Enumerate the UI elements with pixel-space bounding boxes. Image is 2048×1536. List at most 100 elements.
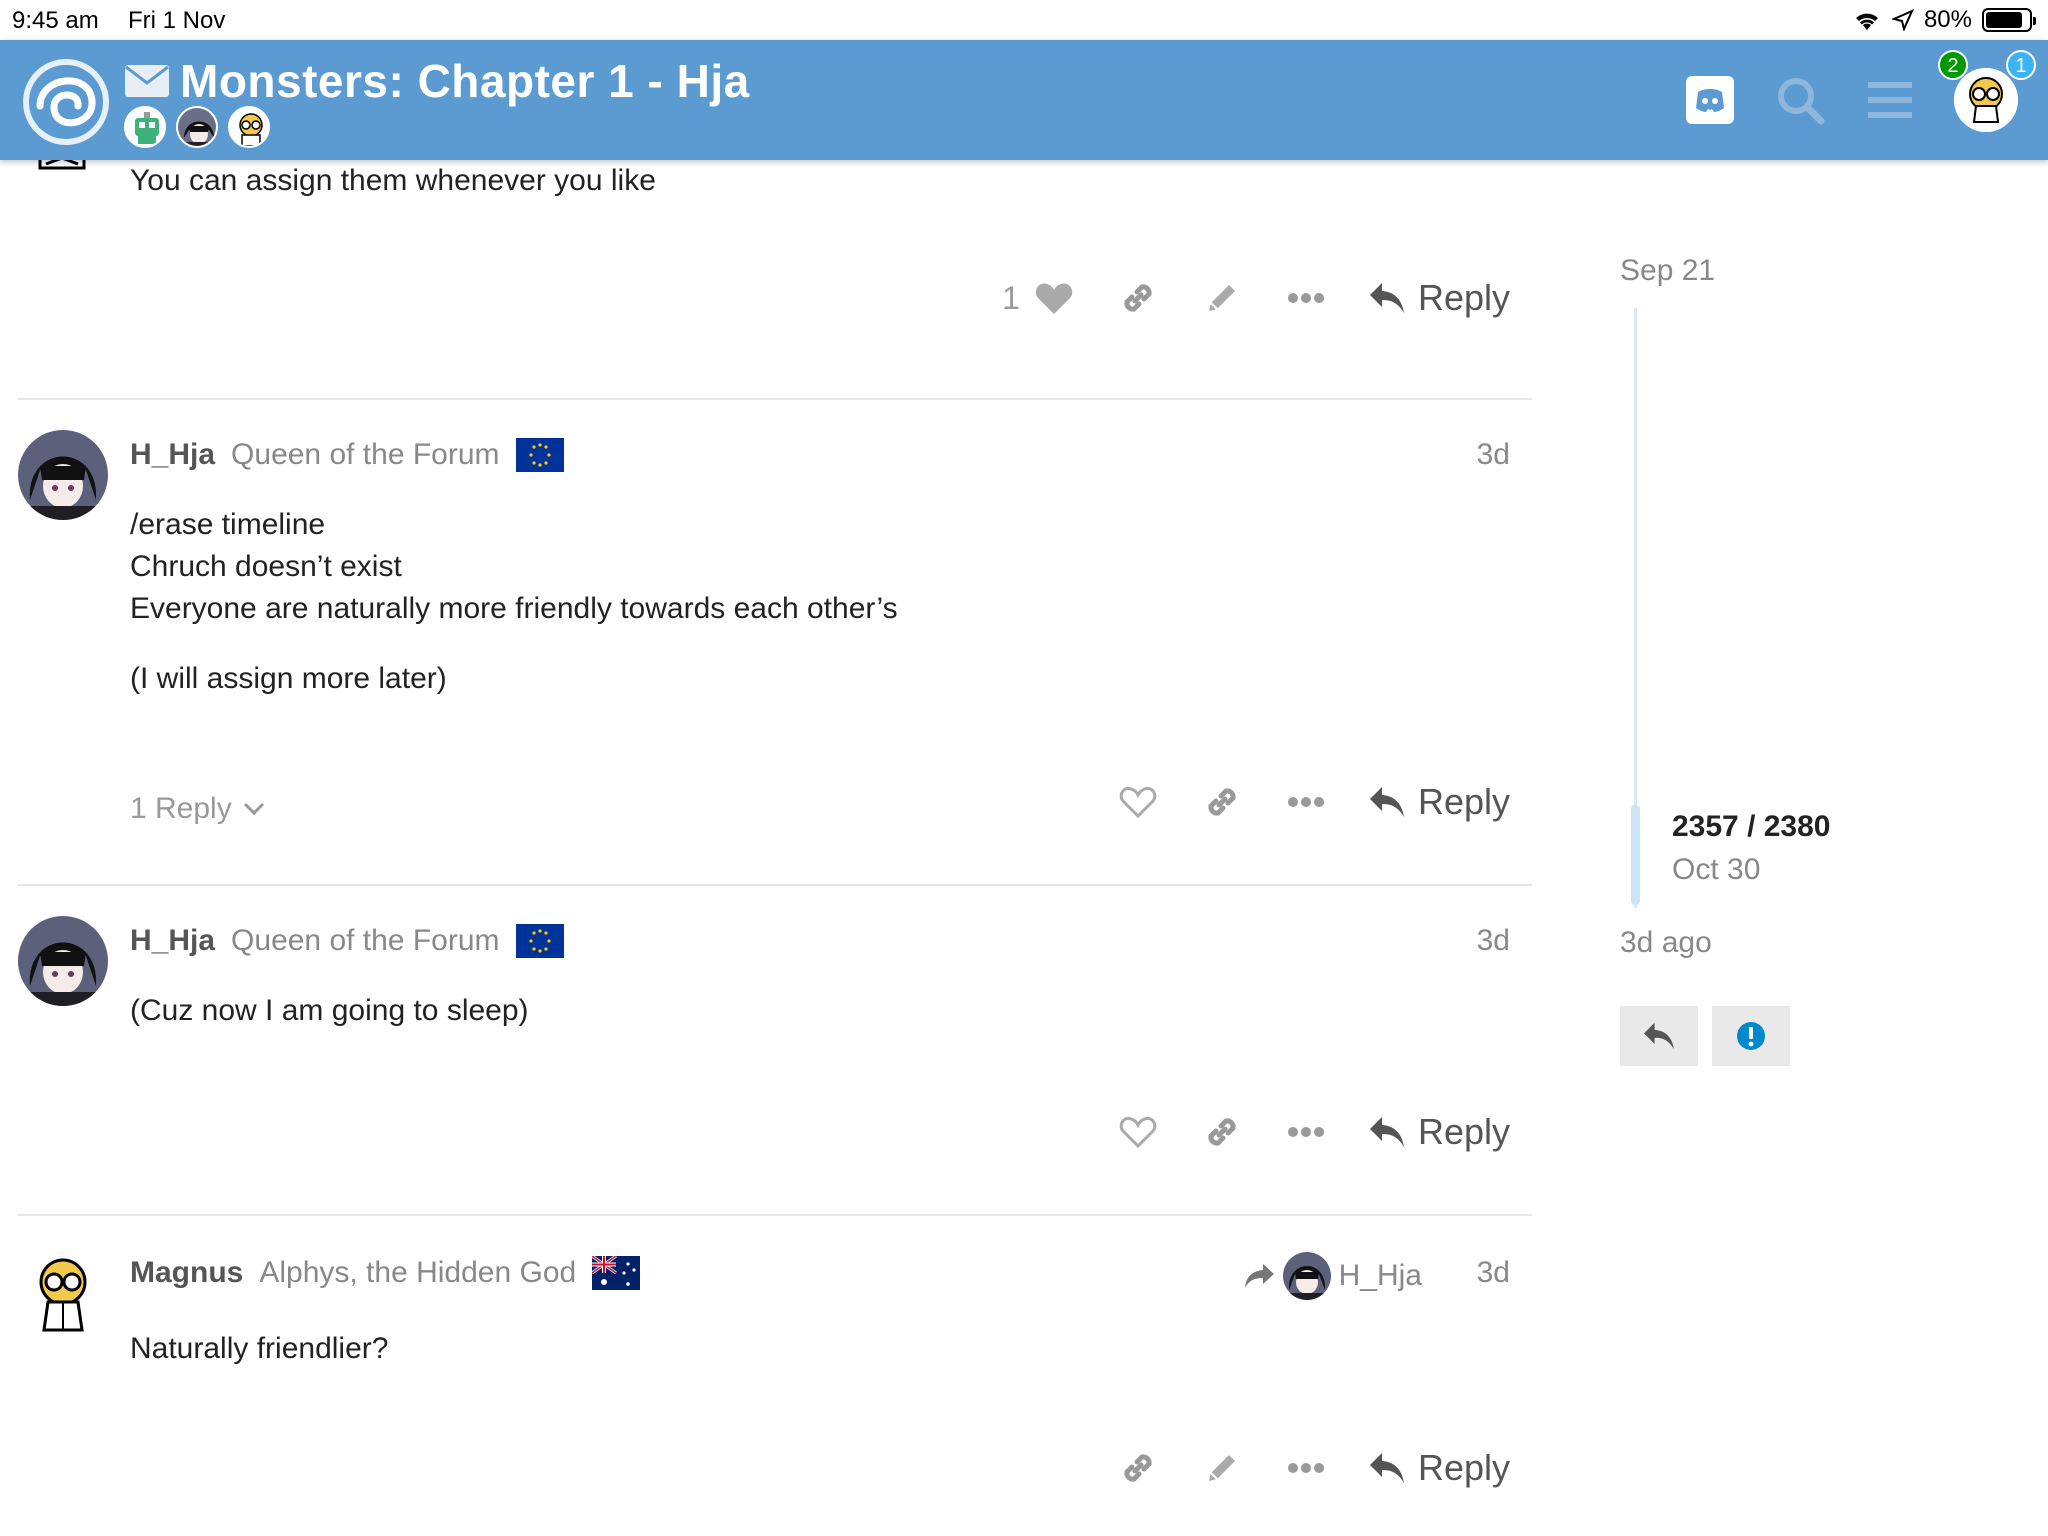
user-title: Queen of the Forum [231,438,500,471]
post-text: Chruch doesn’t exist [130,550,402,583]
heart-filled-icon[interactable] [1032,276,1076,320]
post-divider [18,398,1532,400]
timeline-end-date[interactable]: 3d ago [1620,926,1712,960]
reply-arrow-icon [1644,1022,1674,1050]
status-bar: 9:45 am Fri 1 Nov 80% [0,0,2048,40]
timeline-start-date[interactable]: Sep 21 [1620,254,1715,288]
post-meta: H_Hja Queen of the Forum [130,924,564,958]
pencil-icon[interactable] [1200,276,1244,320]
more-options-icon[interactable] [1284,276,1328,320]
notification-badge-blue[interactable]: 1 [2006,50,2036,80]
pencil-icon[interactable] [1200,1446,1244,1490]
post-text: (I will assign more later) [130,662,447,695]
eu-flag-icon [515,924,564,958]
more-options-icon[interactable] [1284,1446,1328,1490]
user-title: Queen of the Forum [231,924,500,957]
status-date: Fri 1 Nov [128,7,226,34]
link-icon[interactable] [1116,1446,1160,1490]
battery-icon [1982,8,2036,32]
replies-count: 1 Reply [130,792,232,825]
avatar[interactable] [124,106,166,148]
reply-arrow-icon [1369,787,1404,817]
post-date[interactable]: 3d [1477,1256,1510,1290]
reply-label: Reply [1417,781,1510,822]
timeline-position-date: Oct 30 [1672,853,1761,886]
link-icon[interactable] [1200,1110,1244,1154]
post-actions: 1 Reply [1002,276,1510,320]
reply-button[interactable]: Reply [1368,277,1510,319]
post-date[interactable]: 3d [1477,438,1510,472]
exclamation-circle-icon [1737,1022,1765,1050]
post: You can assign them whenever you like 1 … [18,146,1532,396]
reply-button[interactable]: Reply [1368,781,1510,823]
post-text: Naturally friendlier? [130,1332,389,1365]
reply-arrow-icon [1369,283,1404,313]
topic-title[interactable]: Monsters: Chapter 1 - Hja [180,54,750,108]
reply-to-username: H_Hja [1338,1259,1422,1292]
avatar[interactable] [18,1248,108,1338]
avatar[interactable] [18,430,108,520]
link-icon[interactable] [1116,276,1160,320]
timeline-handle[interactable] [1631,805,1640,905]
post-divider [18,884,1532,886]
post-text: (Cuz now I am going to sleep) [130,994,529,1027]
post-divider [18,1214,1532,1216]
reply-to-indicator[interactable]: H_Hja [1243,1252,1422,1300]
wifi-icon [1855,13,1878,30]
avatar[interactable] [228,106,270,148]
reply-label: Reply [1417,1111,1510,1152]
topic-header: Monsters: Chapter 1 - Hja 2 1 [0,40,2048,160]
post-body: Naturally friendlier? [130,1328,388,1370]
current-user-avatar[interactable]: 2 1 [1938,50,2036,132]
reply-arrow-icon [1369,1453,1404,1483]
post-username[interactable]: H_Hja [130,438,215,472]
chevron-down-icon [243,802,264,816]
post: H_Hja Queen of the Forum 3d /erase timel… [18,430,1532,890]
more-options-icon[interactable] [1284,1110,1328,1154]
reply-button[interactable]: Reply [1368,1111,1510,1153]
post-username[interactable]: H_Hja [130,924,215,958]
post-text: You can assign them whenever you like [130,164,656,197]
heart-outline-icon[interactable] [1116,780,1160,824]
timeline-controls [1620,1006,1790,1066]
hamburger-menu-icon[interactable] [1864,74,1916,126]
user-title: Alphys, the Hidden God [259,1256,577,1289]
topic-timeline: Sep 21 2357 / 2380 Oct 30 3d ago [1600,160,2020,1160]
post-actions: Reply [1116,1446,1510,1490]
timeline-flag-button[interactable] [1712,1006,1790,1066]
search-icon[interactable] [1774,74,1826,126]
more-options-icon[interactable] [1284,780,1328,824]
post-meta: Magnus Alphys, the Hidden God [130,1256,641,1290]
link-icon[interactable] [1200,780,1244,824]
post-body: (Cuz now I am going to sleep) [130,990,529,1032]
post-actions: Reply [1116,780,1510,824]
site-logo-icon[interactable] [20,56,112,148]
like-count[interactable]: 1 [1002,280,1020,317]
share-arrow-icon [1244,1264,1274,1288]
heart-outline-icon[interactable] [1116,1110,1160,1154]
post-date[interactable]: 3d [1477,924,1510,958]
post-username[interactable]: Magnus [130,1256,243,1290]
location-icon [1891,9,1914,31]
post-text: Everyone are naturally more friendly tow… [130,592,898,625]
post-actions: Reply [1116,1110,1510,1154]
replies-toggle[interactable]: 1 Reply [130,792,266,826]
notification-badge-green[interactable]: 2 [1938,50,1968,80]
post: Magnus Alphys, the Hidden God H_Hja 3d N… [18,1248,1532,1536]
timeline-position: 2357 / 2380 [1672,810,1831,843]
post-body: You can assign them whenever you like [130,160,656,202]
reply-button[interactable]: Reply [1368,1447,1510,1489]
battery-percent: 80% [1923,6,1972,33]
avatar[interactable] [176,106,218,148]
australia-flag-icon [592,1256,641,1290]
reply-label: Reply [1417,277,1510,318]
post-meta: H_Hja Queen of the Forum [130,438,564,472]
avatar [1282,1252,1331,1300]
private-message-icon [125,65,169,97]
status-time: 9:45 am [12,7,99,34]
avatar[interactable] [18,916,108,1006]
post-body: /erase timeline Chruch doesn’t exist Eve… [130,504,898,700]
timeline-reply-button[interactable] [1620,1006,1698,1066]
participants-list [124,106,270,148]
discord-icon[interactable] [1684,74,1736,126]
